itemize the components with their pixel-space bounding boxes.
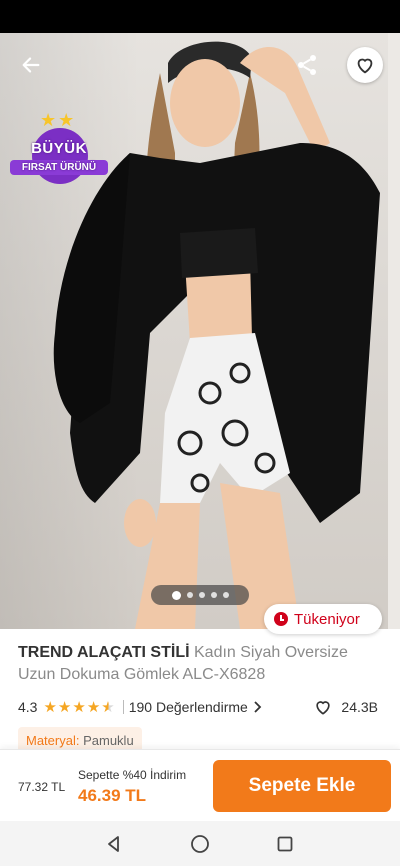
gallery-pagination[interactable] xyxy=(151,585,249,605)
star-icon: ★ xyxy=(86,699,101,716)
gallery-dot[interactable] xyxy=(171,590,181,600)
material-value: Pamuklu xyxy=(83,733,134,748)
purchase-bar: 77.32 TL Sepette %40 İndirim 46.39 TL Se… xyxy=(0,749,400,821)
star-icon: ★ xyxy=(43,699,57,716)
stock-status-badge: Tükeniyor xyxy=(264,604,382,634)
star-icon: ★ xyxy=(57,699,72,716)
badge-line2: FIRSAT ÜRÜNÜ xyxy=(10,160,108,175)
reviews-count: 190 Değerlendirme xyxy=(128,699,248,715)
gallery-dot[interactable] xyxy=(210,592,217,598)
big-opportunity-badge: ★★ BÜYÜK FIRSAT ÜRÜNÜ xyxy=(10,110,108,196)
promo-label: Sepette %40 İndirim xyxy=(78,768,187,782)
back-button[interactable] xyxy=(14,48,48,82)
reviews-link[interactable]: 190 Değerlendirme xyxy=(129,699,262,715)
home-circle-icon xyxy=(191,835,209,853)
system-navigation-bar xyxy=(0,821,400,866)
nav-back-button[interactable] xyxy=(103,833,125,855)
rating-row: 4.3 ★ ★ ★ ★ ★ 190 Değerlendirme 24.3B xyxy=(18,697,382,717)
gallery-dot[interactable] xyxy=(198,592,205,598)
arrow-left-icon xyxy=(22,57,40,73)
stock-status-text: Tükeniyor xyxy=(294,610,360,628)
rating-stars: ★ ★ ★ ★ ★ xyxy=(43,698,114,716)
heart-outline-icon xyxy=(316,701,331,715)
add-to-cart-button[interactable]: Sepete Ekle xyxy=(213,760,391,812)
nav-home-button[interactable] xyxy=(189,833,211,855)
favorite-count[interactable]: 24.3B xyxy=(313,697,378,717)
material-attribute: Materyal: Pamuklu xyxy=(18,727,142,749)
product-title: TREND ALAÇATI STİLİ Kadın Siyah Oversize… xyxy=(18,642,382,686)
material-label: Materyal: xyxy=(26,733,80,748)
badge-line1: BÜYÜK xyxy=(31,140,87,157)
brand-name[interactable]: TREND ALAÇATI STİLİ xyxy=(18,644,190,661)
status-bar xyxy=(0,0,400,33)
product-detail-page: ★★ BÜYÜK FIRSAT ÜRÜNÜ Tükeniyor TREND AL… xyxy=(0,0,400,866)
old-price: 77.32 TL xyxy=(18,780,66,794)
rating-score: 4.3 xyxy=(18,699,38,715)
discounted-price: 46.39 TL xyxy=(78,786,147,805)
nav-recents-button[interactable] xyxy=(274,833,296,855)
recents-square-icon xyxy=(277,836,293,852)
heart-outline-icon xyxy=(357,58,373,74)
gallery-dot[interactable] xyxy=(222,592,229,598)
chevron-right-icon xyxy=(254,701,262,713)
share-icon xyxy=(298,55,316,75)
clock-icon xyxy=(274,612,288,626)
share-button[interactable] xyxy=(290,48,324,82)
gallery-dot[interactable] xyxy=(186,592,193,598)
back-triangle-icon xyxy=(108,836,119,852)
half-star-icon: ★ xyxy=(101,699,115,716)
favorite-button[interactable] xyxy=(347,47,383,83)
star-icon: ★ xyxy=(72,699,86,716)
favorite-count-value: 24.3B xyxy=(341,699,378,715)
